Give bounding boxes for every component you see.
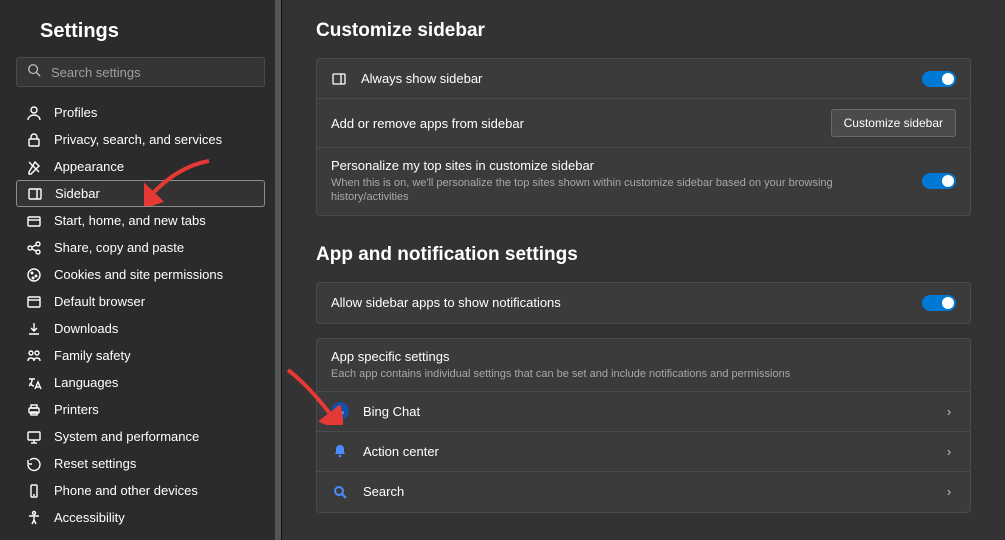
accessibility-icon bbox=[26, 510, 42, 526]
paint-icon bbox=[26, 159, 42, 175]
nav-label: Start, home, and new tabs bbox=[54, 213, 206, 228]
nav-label: Printers bbox=[54, 402, 99, 417]
nav-label: Appearance bbox=[54, 159, 124, 174]
profile-icon bbox=[26, 105, 42, 121]
row-label: Allow sidebar apps to show notifications bbox=[331, 295, 908, 310]
nav-system[interactable]: System and performance bbox=[16, 423, 265, 450]
nav-label: Default browser bbox=[54, 294, 145, 309]
customize-sidebar-button[interactable]: Customize sidebar bbox=[831, 109, 956, 137]
nav-label: Downloads bbox=[54, 321, 118, 336]
printer-icon bbox=[26, 402, 42, 418]
nav-label: Sidebar bbox=[55, 186, 100, 201]
settings-nav: Profiles Privacy, search, and services A… bbox=[16, 99, 265, 531]
nav-label: Privacy, search, and services bbox=[54, 132, 222, 147]
chevron-right-icon: › bbox=[942, 404, 956, 419]
nav-label: Languages bbox=[54, 375, 118, 390]
nav-downloads[interactable]: Downloads bbox=[16, 315, 265, 342]
row-app-specific-header: App specific settings Each app contains … bbox=[317, 339, 970, 392]
share-icon bbox=[26, 240, 42, 256]
browser-icon bbox=[26, 294, 42, 310]
nav-label: Accessibility bbox=[54, 510, 125, 525]
nav-phone[interactable]: Phone and other devices bbox=[16, 477, 265, 504]
chevron-right-icon: › bbox=[942, 484, 956, 499]
nav-profiles[interactable]: Profiles bbox=[16, 99, 265, 126]
sidebar-icon bbox=[27, 186, 43, 202]
nav-privacy[interactable]: Privacy, search, and services bbox=[16, 126, 265, 153]
download-icon bbox=[26, 321, 42, 337]
row-app-bing-chat[interactable]: Bing Chat › bbox=[317, 392, 970, 432]
search-settings-field[interactable] bbox=[16, 57, 265, 87]
nav-label: Reset settings bbox=[54, 456, 136, 471]
app-label: Bing Chat bbox=[363, 404, 928, 419]
row-personalize-top-sites: Personalize my top sites in customize si… bbox=[317, 148, 970, 215]
chevron-right-icon: › bbox=[942, 444, 956, 459]
nav-label: Cookies and site permissions bbox=[54, 267, 223, 282]
section-title-customize: Customize sidebar bbox=[316, 20, 971, 42]
nav-cookies[interactable]: Cookies and site permissions bbox=[16, 261, 265, 288]
app-label: Search bbox=[363, 484, 928, 499]
reset-icon bbox=[26, 456, 42, 472]
search-icon bbox=[27, 63, 41, 82]
nav-appearance[interactable]: Appearance bbox=[16, 153, 265, 180]
sidebar-icon bbox=[331, 71, 347, 87]
nav-accessibility[interactable]: Accessibility bbox=[16, 504, 265, 531]
bing-icon bbox=[331, 402, 349, 420]
settings-content: Customize sidebar Always show sidebar Ad… bbox=[282, 0, 1005, 540]
panel-app-specific: App specific settings Each app contains … bbox=[316, 338, 971, 513]
row-app-action-center[interactable]: Action center › bbox=[317, 432, 970, 472]
row-label: App specific settings bbox=[331, 349, 450, 364]
row-sublabel: When this is on, we'll personalize the t… bbox=[331, 176, 908, 205]
panel-allow-notifications: Allow sidebar apps to show notifications bbox=[316, 282, 971, 324]
nav-printers[interactable]: Printers bbox=[16, 396, 265, 423]
nav-share-copy[interactable]: Share, copy and paste bbox=[16, 234, 265, 261]
nav-label: System and performance bbox=[54, 429, 199, 444]
search-icon bbox=[331, 483, 349, 501]
nav-label: Phone and other devices bbox=[54, 483, 198, 498]
row-label: Personalize my top sites in customize si… bbox=[331, 158, 594, 173]
row-label: Always show sidebar bbox=[361, 71, 908, 86]
nav-sidebar[interactable]: Sidebar bbox=[16, 180, 265, 207]
toggle-personalize-top-sites[interactable] bbox=[922, 173, 956, 189]
search-input[interactable] bbox=[51, 65, 254, 80]
nav-label: Profiles bbox=[54, 105, 97, 120]
row-sublabel: Each app contains individual settings th… bbox=[331, 367, 956, 381]
bell-icon bbox=[331, 442, 349, 460]
nav-family-safety[interactable]: Family safety bbox=[16, 342, 265, 369]
panel-customize: Always show sidebar Add or remove apps f… bbox=[316, 58, 971, 216]
family-icon bbox=[26, 348, 42, 364]
page-title: Settings bbox=[40, 20, 265, 43]
phone-icon bbox=[26, 483, 42, 499]
nav-reset[interactable]: Reset settings bbox=[16, 450, 265, 477]
nav-label: Share, copy and paste bbox=[54, 240, 184, 255]
settings-sidebar: Settings Profiles Privacy, search, and s… bbox=[0, 0, 282, 540]
nav-languages[interactable]: Languages bbox=[16, 369, 265, 396]
row-label: Add or remove apps from sidebar bbox=[331, 116, 817, 131]
toggle-allow-notifications[interactable] bbox=[922, 295, 956, 311]
row-app-search[interactable]: Search › bbox=[317, 472, 970, 512]
row-addremove-apps: Add or remove apps from sidebar Customiz… bbox=[317, 99, 970, 148]
section-title-appnotif: App and notification settings bbox=[316, 244, 971, 266]
lock-icon bbox=[26, 132, 42, 148]
nav-start-home[interactable]: Start, home, and new tabs bbox=[16, 207, 265, 234]
toggle-always-show-sidebar[interactable] bbox=[922, 71, 956, 87]
system-icon bbox=[26, 429, 42, 445]
nav-default-browser[interactable]: Default browser bbox=[16, 288, 265, 315]
row-allow-notifications: Allow sidebar apps to show notifications bbox=[317, 283, 970, 323]
nav-label: Family safety bbox=[54, 348, 131, 363]
row-always-show-sidebar: Always show sidebar bbox=[317, 59, 970, 99]
language-icon bbox=[26, 375, 42, 391]
app-label: Action center bbox=[363, 444, 928, 459]
cookies-icon bbox=[26, 267, 42, 283]
tabs-icon bbox=[26, 213, 42, 229]
